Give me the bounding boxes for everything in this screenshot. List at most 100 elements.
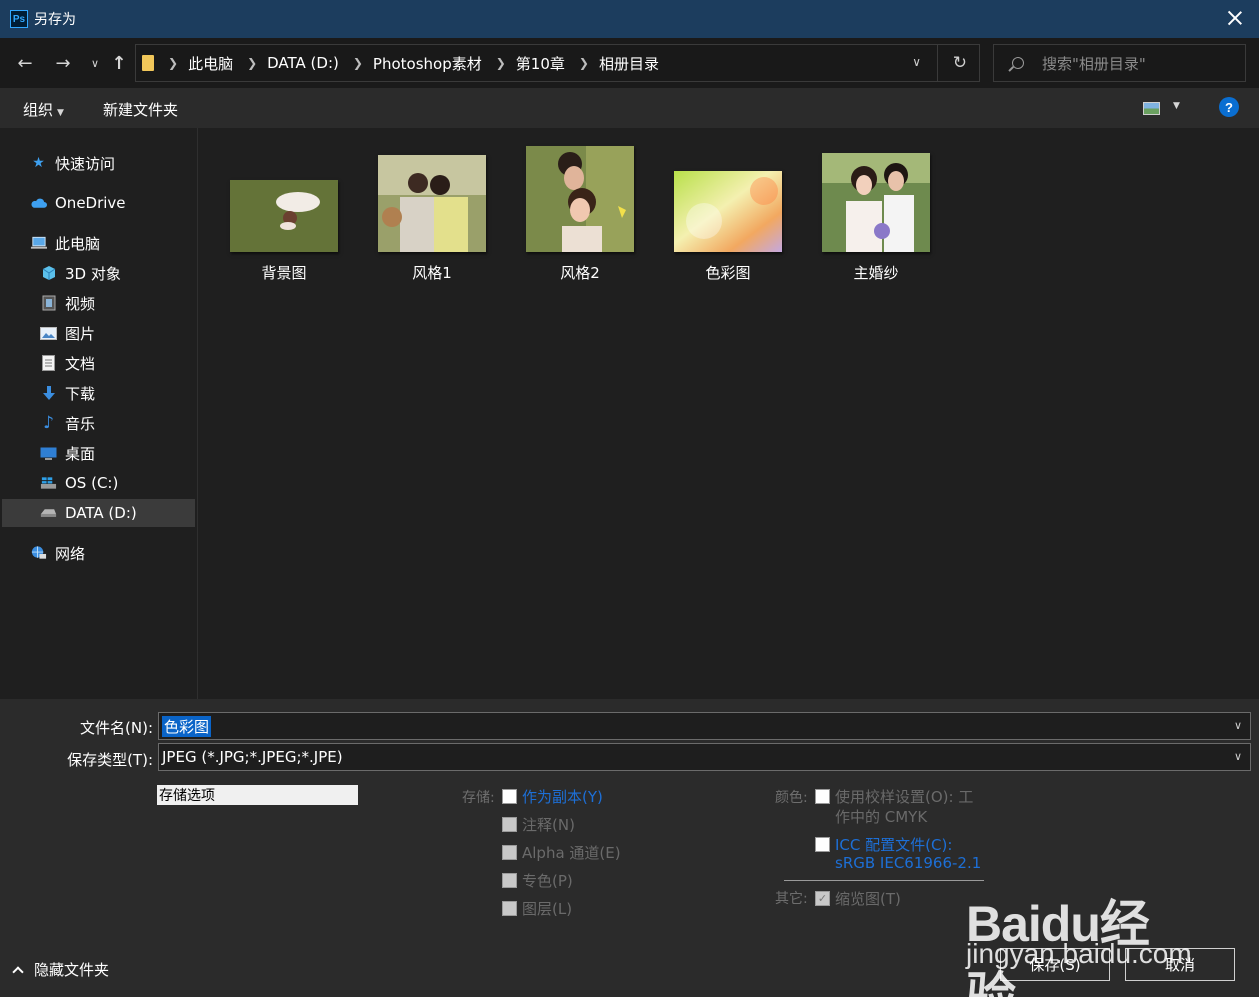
icc-profile-label[interactable]: ICC 配置文件(C): [835,834,952,855]
sidebar-item-label: 网络 [55,544,86,563]
sidebar-item-label: 此电脑 [55,234,101,253]
thumbnail-couple-close-up-image [526,146,634,252]
chevron-down-icon[interactable]: ∨ [1234,750,1242,763]
film-icon [40,295,57,311]
picture-icon [40,325,57,341]
up-arrow-icon[interactable]: ↑ [106,50,132,76]
organize-menu[interactable]: 组织 ▼ [23,99,64,120]
breadcrumb-this-pc[interactable]: 此电脑 [188,53,233,74]
sidebar-item-label: OneDrive [55,194,126,212]
address-bar[interactable]: ❯ 此电脑 ❯ DATA (D:) ❯ Photoshop素材 ❯ 第10章 ❯… [135,44,980,82]
breadcrumb-separator-icon[interactable]: ❯ [496,56,506,70]
caret-down-icon: ▼ [57,108,64,118]
download-arrow-icon [40,385,57,401]
file-name: 风格2 [560,264,600,282]
breadcrumb-separator-icon[interactable]: ❯ [247,56,257,70]
storage-label: 存储: [462,790,495,806]
file-name: 风格1 [412,264,452,282]
back-arrow-icon[interactable]: ← [12,50,38,76]
options-divider [784,880,984,881]
alpha-channels-label: Alpha 通道(E) [522,844,621,862]
sidebar-item-quick-access[interactable]: ★ 快速访问 [30,149,223,177]
sidebar-item-label: 图片 [65,324,96,343]
thumbnail-area [214,144,354,252]
use-proof-setup-label[interactable]: 使用校样设置(O): 工 [835,786,973,807]
icc-profile-name: sRGB IEC61966-2.1 [835,854,982,872]
filename-field[interactable]: 色彩图 ∨ [158,712,1251,740]
thumbnail-couple-hug-image [378,155,486,252]
title-bar: Ps 另存为 [0,0,1259,38]
file-tile-color-image[interactable]: 色彩图 [658,144,798,284]
thumbnail-grass-bride-image [230,180,338,252]
breadcrumb-separator-icon[interactable]: ❯ [353,56,363,70]
thumbnail-color-gradient-image [674,171,782,252]
breadcrumb-chapter-10[interactable]: 第10章 [516,53,565,74]
filetype-select[interactable]: JPEG (*.JPG;*.JPEG;*.JPE) ∨ [158,743,1251,771]
file-tile-main-wedding[interactable]: 主婚纱 [806,144,946,284]
hide-folders-toggle[interactable]: 隐藏文件夹 [12,959,110,980]
sidebar-item-network[interactable]: 网络 [30,539,223,567]
forward-arrow-icon[interactable]: → [50,50,76,76]
breadcrumb-album-directory[interactable]: 相册目录 [599,53,659,74]
file-name: 色彩图 [705,264,751,282]
sidebar-item-label: 音乐 [65,414,96,433]
sidebar-item-label: 快速访问 [55,154,116,173]
breadcrumb-separator-icon[interactable]: ❯ [579,56,589,70]
document-icon [40,355,57,371]
thumbnail-area [806,144,946,252]
file-tile-background[interactable]: 背景图 [214,144,354,284]
as-copy-checkbox[interactable] [502,789,517,804]
thumbnail-label: 缩览图(T) [835,890,901,908]
star-icon: ★ [32,155,45,171]
music-note-icon: ♪ [43,413,54,433]
sidebar-item-label: OS (C:) [65,474,119,492]
breadcrumb-data-drive[interactable]: DATA (D:) [267,54,339,72]
address-divider [937,45,938,81]
new-folder-button[interactable]: 新建文件夹 [103,99,178,120]
chevron-down-icon[interactable]: ∨ [1234,719,1242,732]
breadcrumb-separator-icon[interactable]: ❯ [168,56,178,70]
change-view-icon[interactable] [1143,102,1160,115]
hide-folders-label: 隐藏文件夹 [34,961,110,979]
refresh-icon[interactable]: ↻ [953,53,967,73]
folder-icon [142,55,154,71]
address-history-chevron-icon[interactable]: ∨ [912,55,921,69]
color-label: 颜色: [775,790,808,806]
icc-profile-checkbox[interactable] [815,837,830,852]
windows-drive-icon [40,475,57,491]
sidebar-item-label: 3D 对象 [65,264,121,283]
cloud-icon [30,195,47,211]
filetype-value: JPEG (*.JPG;*.JPEG;*.JPE) [162,748,343,766]
desktop-icon [40,445,57,461]
filename-value[interactable]: 色彩图 [162,715,212,737]
watermark-url: jingyan.baidu.com [966,938,1192,969]
view-options-caret-icon[interactable]: ▼ [1173,101,1180,111]
thumbnail-area [362,144,502,252]
file-tile-style-1[interactable]: 风格1 [362,144,502,284]
recent-locations-chevron-icon[interactable]: ∨ [82,50,108,76]
filetype-label: 保存类型(T): [67,751,153,769]
layers-label: 图层(L) [522,900,573,918]
command-toolbar: 组织 ▼ 新建文件夹 ▼ ? [0,88,1259,128]
window-title: 另存为 [34,12,76,28]
navigation-pane: ★ 快速访问 OneDrive 此电脑 3D 对象 视频 图片 文档 下载 ♪ … [0,128,198,699]
spot-colors-checkbox [502,873,517,888]
annotations-checkbox [502,817,517,832]
sidebar-item-label: 文档 [65,354,96,373]
as-copy-label[interactable]: 作为副本(Y) [522,786,603,807]
thumbnail-wedding-couple-image [822,153,930,252]
thumbnail-area [510,144,650,252]
sidebar-item-label: 下载 [65,384,96,403]
help-icon[interactable]: ? [1219,97,1239,117]
computer-icon [30,235,47,251]
sidebar-item-data-d[interactable]: DATA (D:) [2,499,195,527]
use-proof-setup-checkbox[interactable] [815,789,830,804]
search-box[interactable]: 搜索"相册目录" [993,44,1246,82]
sidebar-item-onedrive[interactable]: OneDrive [30,189,223,217]
breadcrumb-photoshop-materials[interactable]: Photoshop素材 [373,53,482,74]
search-input[interactable]: 搜索"相册目录" [1042,53,1146,74]
close-icon[interactable] [1225,8,1245,28]
sidebar-item-this-pc[interactable]: 此电脑 [30,229,223,257]
file-tile-style-2[interactable]: 风格2 [510,144,650,284]
sidebar-item-label: 视频 [65,294,96,313]
